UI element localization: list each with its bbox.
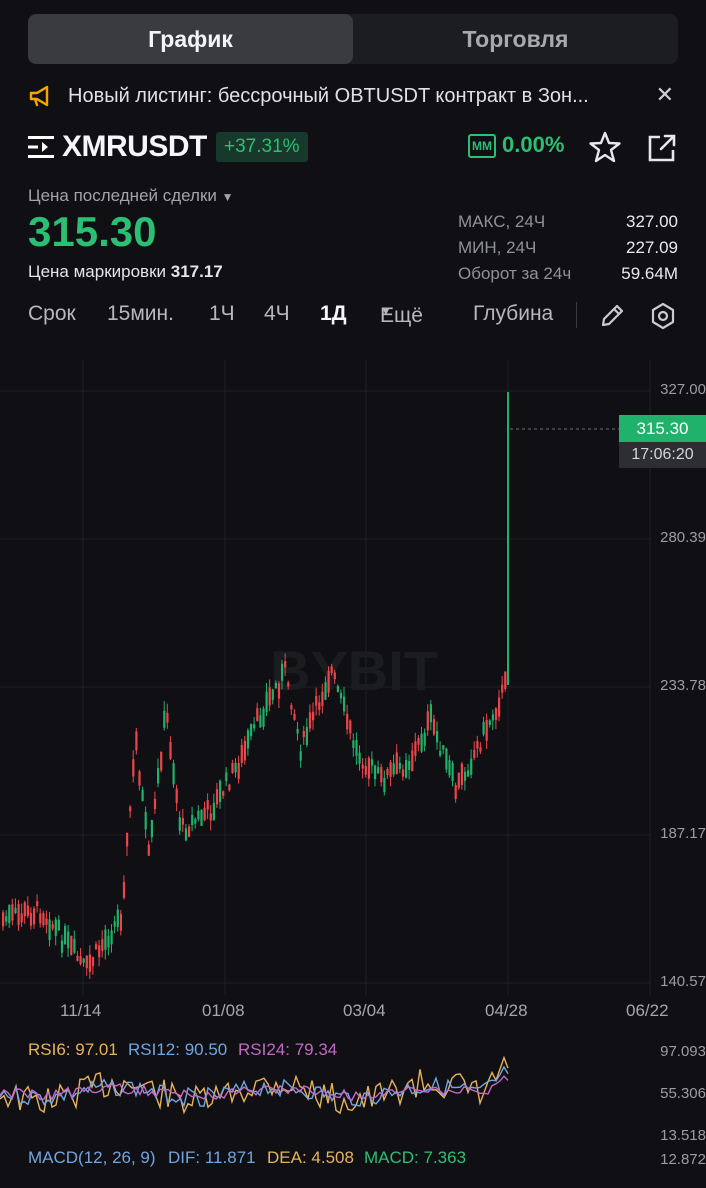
- watermark: BYBIT: [270, 639, 438, 702]
- close-icon[interactable]: ✕: [656, 82, 674, 108]
- tf-1h[interactable]: 1Ч: [209, 302, 235, 326]
- last-price: 315.30: [28, 208, 157, 255]
- macd-tick: 12.872: [660, 1151, 706, 1168]
- stats-24h: МАКС, 24Ч 327.00 МИН, 24Ч 227.09 Оборот за…: [458, 212, 678, 283]
- rsi-tick: 55.306: [660, 1085, 706, 1102]
- rsi6-label: RSI6: 97.01: [28, 1040, 118, 1059]
- tf-term[interactable]: Срок: [28, 302, 76, 326]
- y-tick: 327.00: [660, 381, 706, 398]
- y-tick: 187.17: [660, 825, 706, 842]
- divider: [576, 302, 577, 328]
- last-price-label[interactable]: Цена последней сделки ▼: [28, 186, 234, 206]
- pencil-icon[interactable]: [598, 302, 626, 330]
- x-tick: 01/08: [202, 1001, 245, 1020]
- symbol-header: XMRUSDT +37.31% MM 0.00%: [28, 128, 678, 168]
- mm-value: 0.00%: [502, 132, 565, 157]
- countdown-tag: 17:06:20: [619, 442, 706, 468]
- y-tick: 233.78: [660, 677, 706, 694]
- notice-text: Новый листинг: бессрочный OBTUSDT контра…: [68, 84, 589, 107]
- mark-price: 317.17: [170, 262, 223, 281]
- rsi-tick: 97.093: [660, 1043, 706, 1060]
- last-price-tag: 315.30: [619, 415, 706, 442]
- tf-depth[interactable]: Глубина: [473, 302, 553, 326]
- mark-price-row: Цена маркировки 317.17: [28, 262, 223, 281]
- rsi-tick: 13.518: [660, 1127, 706, 1144]
- tf-1d[interactable]: 1Д: [320, 302, 347, 326]
- tf-4h[interactable]: 4Ч: [264, 302, 290, 326]
- tf-15m[interactable]: 15мин.: [107, 302, 174, 326]
- timeframe-bar: Срок 15мин. 1Ч 4Ч 1Д Ещё ▼ Глубина: [28, 300, 678, 332]
- rsi24-label: RSI24: 79.34: [238, 1040, 338, 1059]
- menu-arrow-icon[interactable]: [28, 134, 56, 160]
- y-tick: 140.57: [660, 973, 706, 990]
- star-icon[interactable]: [588, 130, 622, 164]
- rsi12-label: RSI12: 90.50: [128, 1040, 228, 1059]
- listing-notice[interactable]: Новый листинг: бессрочный OBTUSDT контра…: [28, 82, 678, 110]
- dea-label: DEA: 4.508: [267, 1148, 354, 1167]
- price-chart[interactable]: BYBIT: [0, 340, 706, 1188]
- tab-chart[interactable]: График: [28, 14, 353, 64]
- tab-trade[interactable]: Торговля: [353, 14, 678, 64]
- x-tick: 03/04: [343, 1001, 386, 1020]
- y-tick: 280.39: [660, 529, 706, 546]
- macd-label: MACD(12, 26, 9): [28, 1148, 156, 1167]
- x-tick: 11/14: [60, 1001, 102, 1020]
- x-tick: 04/28: [485, 1001, 528, 1020]
- settings-icon[interactable]: [648, 301, 678, 331]
- mode-tabs: График Торговля: [28, 14, 678, 64]
- change-badge: +37.31%: [216, 132, 308, 162]
- mm-icon: MM: [468, 134, 496, 158]
- macd-value-label: MACD: 7.363: [364, 1148, 467, 1167]
- share-icon[interactable]: [646, 132, 678, 164]
- megaphone-icon: [29, 85, 49, 107]
- x-tick: 06/22: [626, 1001, 669, 1020]
- dif-label: DIF: 11.871: [168, 1148, 256, 1167]
- symbol-name[interactable]: XMRUSDT: [62, 130, 207, 164]
